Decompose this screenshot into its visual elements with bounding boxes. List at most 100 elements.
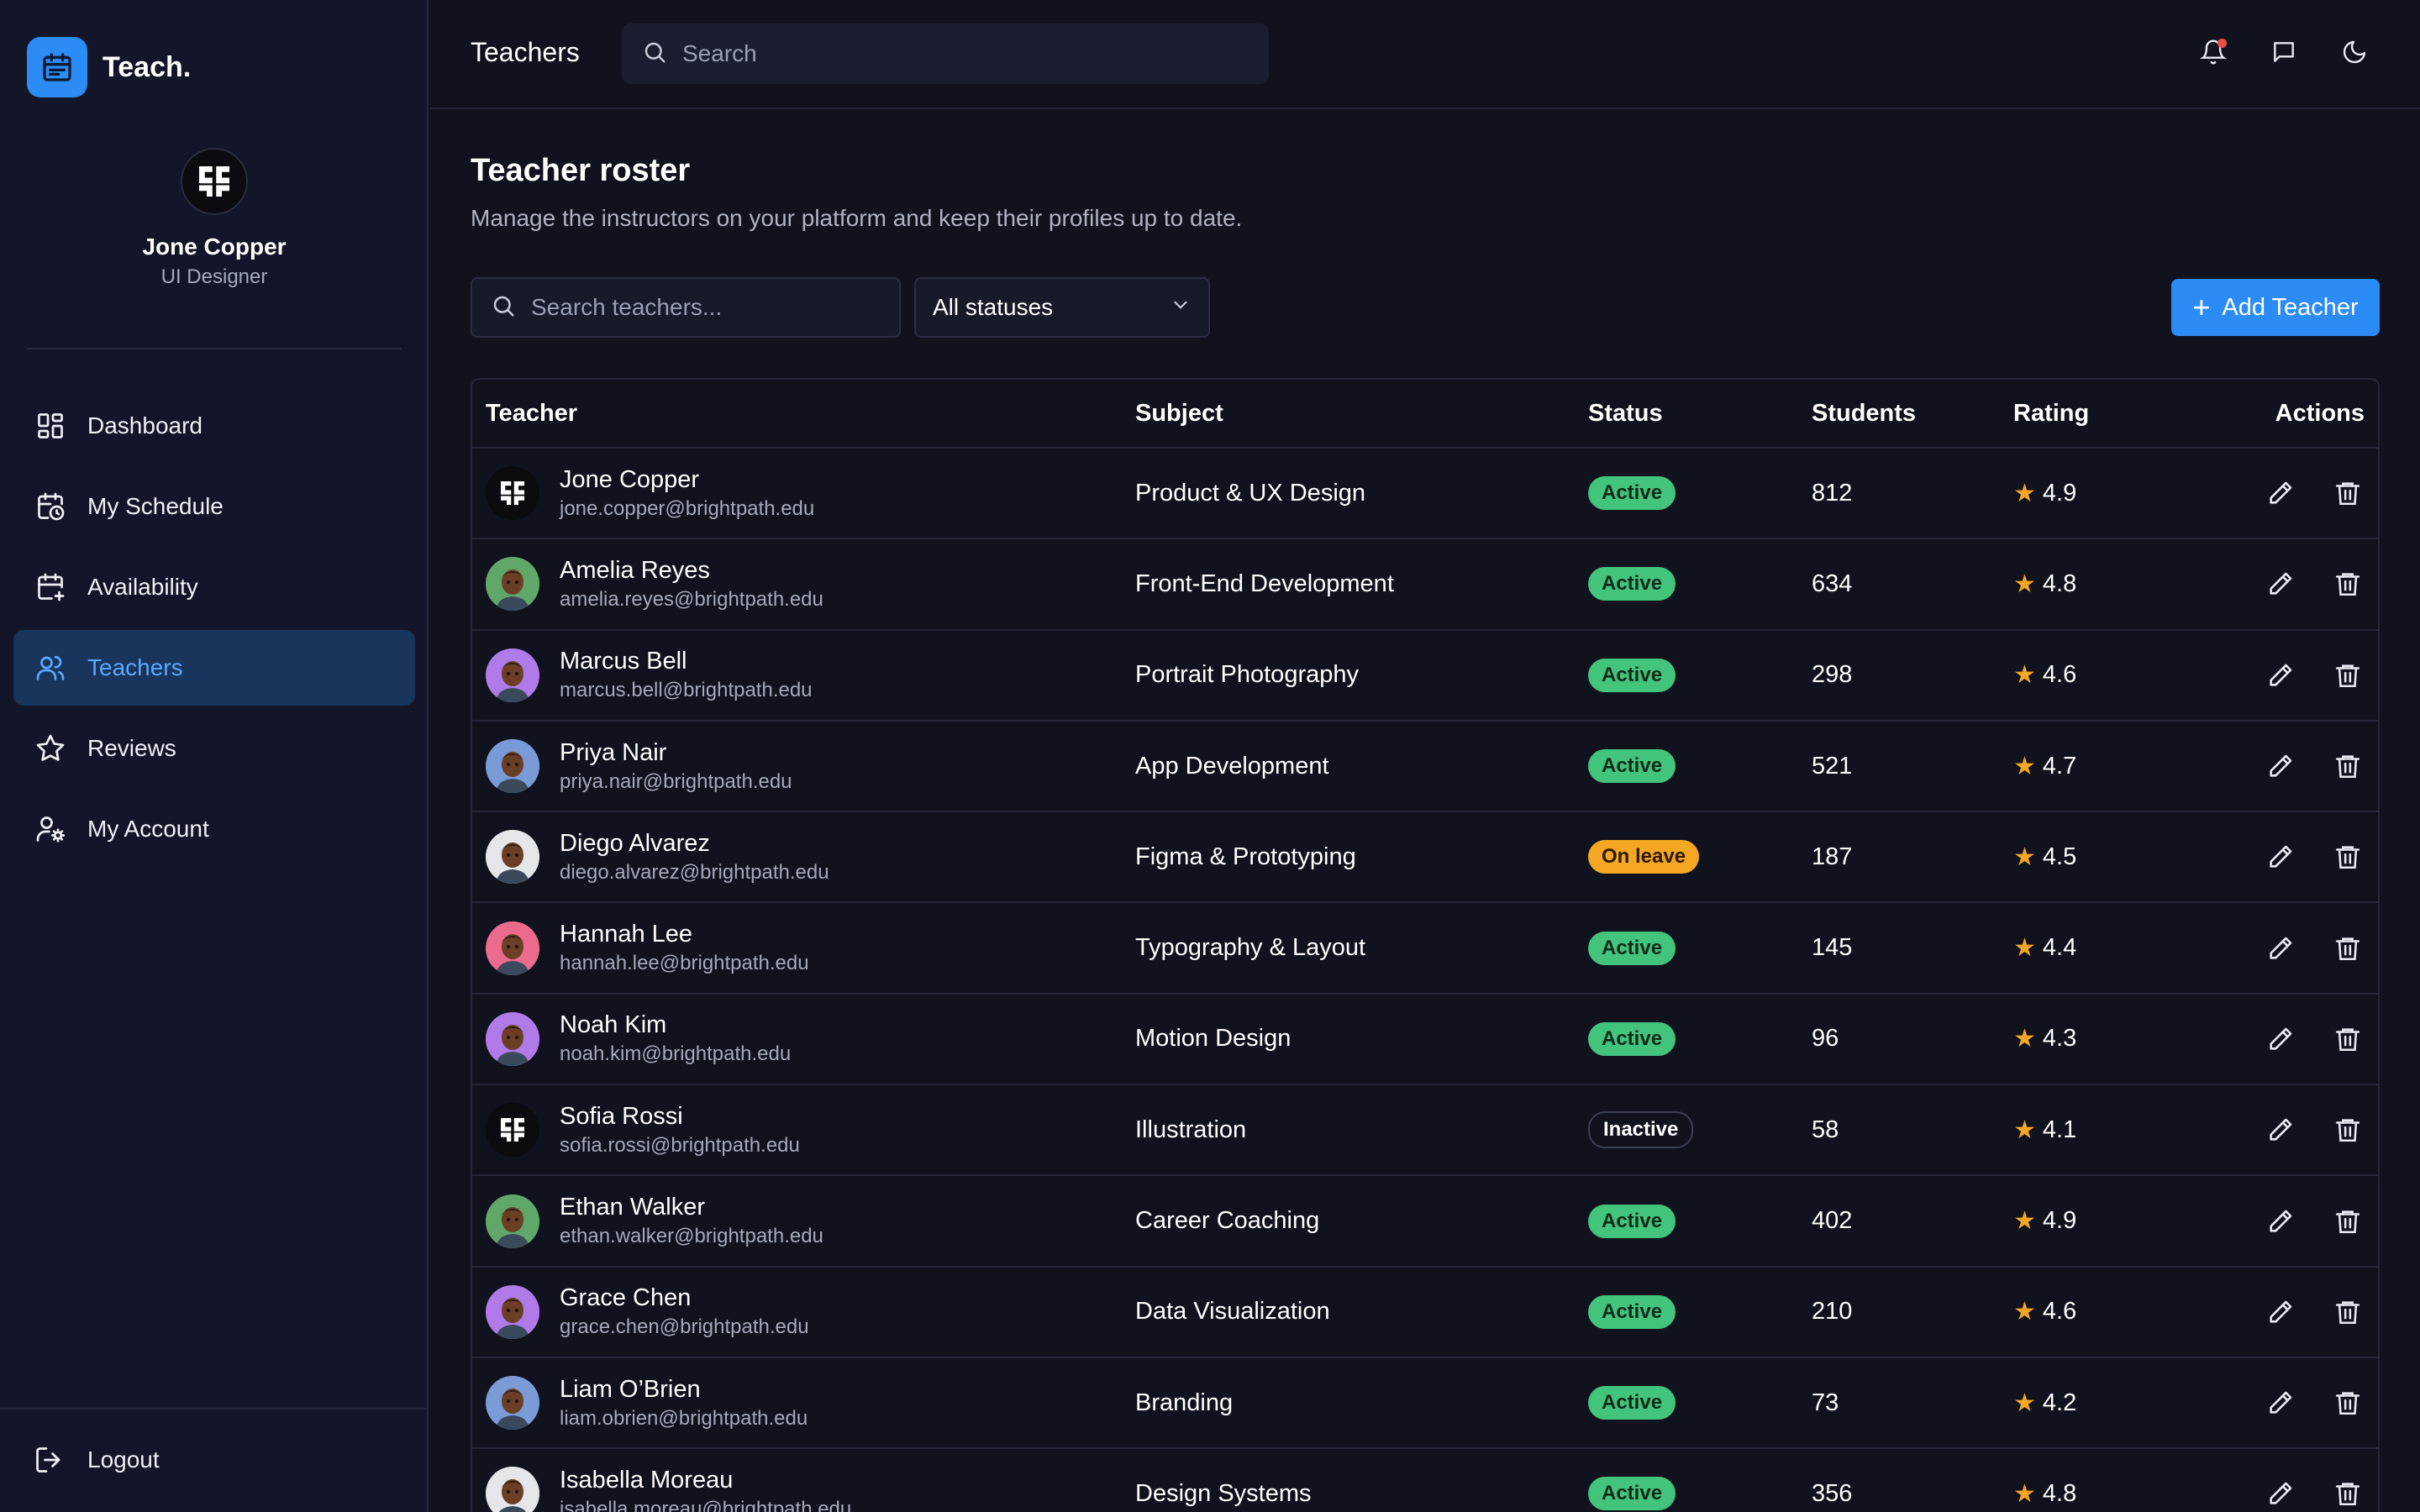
avatar[interactable] (486, 648, 539, 702)
students-count: 96 (1812, 1025, 1839, 1053)
edit-icon[interactable] (2264, 932, 2297, 965)
subject-text: Data Visualization (1135, 1298, 1330, 1326)
edit-icon[interactable] (2264, 476, 2297, 510)
column-header-subject[interactable]: Subject (1135, 400, 1223, 428)
actions-cell (2264, 903, 2365, 992)
trash-icon[interactable] (2331, 476, 2365, 510)
trash-icon[interactable] (2331, 1295, 2365, 1329)
avatar[interactable] (486, 466, 539, 521)
search-input[interactable] (682, 40, 1184, 67)
edit-icon[interactable] (2264, 1022, 2297, 1056)
section-title: Teacher roster (471, 153, 691, 188)
avatar[interactable] (181, 148, 248, 215)
column-header-teacher[interactable]: Teacher (486, 400, 577, 428)
teacher-name[interactable]: Jone Copper (560, 466, 814, 494)
sidebar-item-my-account[interactable]: My Account (13, 791, 415, 867)
trash-icon[interactable] (2331, 567, 2365, 601)
sidebar-item-teachers[interactable]: Teachers (13, 630, 415, 706)
teacher-name[interactable]: Liam O’Brien (560, 1376, 808, 1404)
edit-icon[interactable] (2264, 840, 2297, 874)
logout-button[interactable]: Logout (34, 1443, 160, 1477)
divider (27, 348, 402, 349)
status-badge: Inactive (1588, 1111, 1694, 1149)
teacher-name[interactable]: Noah Kim (560, 1011, 791, 1039)
section-subtitle: Manage the instructors on your platform … (471, 205, 1243, 231)
trash-icon[interactable] (2331, 932, 2365, 965)
teacher-email: priya.nair@brightpath.edu (560, 769, 792, 793)
teacher-name[interactable]: Priya Nair (560, 739, 792, 767)
avatar[interactable] (486, 557, 539, 612)
actions-cell (2264, 449, 2365, 538)
column-header-rating[interactable]: Rating (2013, 400, 2089, 428)
subject-cell: Product & UX Design (1135, 449, 1365, 538)
column-header-status[interactable]: Status (1588, 400, 1663, 428)
trash-icon[interactable] (2331, 1477, 2365, 1510)
table-row: Isabella Moreau isabella.moreau@brightpat… (472, 1449, 2378, 1512)
notifications-button[interactable] (2195, 35, 2232, 72)
edit-icon[interactable] (2264, 1386, 2297, 1420)
trash-icon[interactable] (2331, 1205, 2365, 1238)
avatar[interactable] (486, 1467, 539, 1512)
status-badge: Active (1588, 1477, 1676, 1511)
avatar[interactable] (486, 1194, 539, 1248)
edit-icon[interactable] (2264, 659, 2297, 692)
brand[interactable]: Teach. (27, 37, 191, 97)
edit-icon[interactable] (2264, 749, 2297, 783)
teacher-email: grace.chen@brightpath.edu (560, 1315, 809, 1339)
teacher-name[interactable]: Ethan Walker (560, 1194, 823, 1221)
sidebar-item-label: Reviews (87, 735, 176, 761)
global-search[interactable] (622, 24, 1269, 84)
status-filter-select[interactable]: All statuses (914, 277, 1210, 338)
teacher-name[interactable]: Amelia Reyes (560, 557, 823, 585)
sidebar-item-dashboard[interactable]: Dashboard (13, 388, 415, 464)
trash-icon[interactable] (2331, 659, 2365, 692)
table-header: Teacher Subject Status Students Rating A… (472, 380, 2378, 449)
profile-card: Jone Copper UI Designer (0, 148, 429, 289)
students-cell: 96 (1812, 995, 1839, 1084)
teacher-name[interactable]: Grace Chen (560, 1284, 809, 1312)
teacher-search[interactable] (471, 277, 901, 338)
subject-text: App Development (1135, 752, 1329, 780)
avatar[interactable] (486, 1376, 539, 1431)
theme-toggle-button[interactable] (2336, 35, 2373, 72)
avatar[interactable] (486, 1103, 539, 1158)
students-count: 521 (1812, 752, 1853, 780)
messages-button[interactable] (2265, 35, 2302, 72)
teacher-name[interactable]: Hannah Lee (560, 921, 809, 948)
teacher-name[interactable]: Sofia Rossi (560, 1103, 800, 1131)
status-badge: Active (1588, 658, 1676, 692)
column-header-students[interactable]: Students (1812, 400, 1916, 428)
teacher-name[interactable]: Marcus Bell (560, 648, 813, 675)
edit-icon[interactable] (2264, 1295, 2297, 1329)
sidebar-item-reviews[interactable]: Reviews (13, 711, 415, 786)
sidebar-item-availability[interactable]: Availability (13, 549, 415, 625)
avatar[interactable] (486, 1011, 539, 1066)
subject-cell: Figma & Prototyping (1135, 812, 1356, 901)
teacher-name[interactable]: Isabella Moreau (560, 1467, 851, 1494)
teacher-name[interactable]: Diego Alvarez (560, 830, 829, 858)
trash-icon[interactable] (2331, 840, 2365, 874)
subject-cell: Typography & Layout (1135, 903, 1365, 992)
search-icon (491, 293, 516, 323)
subject-cell: Front-End Development (1135, 539, 1394, 628)
rating-cell: ★ 4.1 (2013, 1085, 2076, 1174)
avatar[interactable] (486, 1284, 539, 1339)
sidebar-item-my-schedule[interactable]: My Schedule (13, 469, 415, 544)
edit-icon[interactable] (2264, 1113, 2297, 1147)
edit-icon[interactable] (2264, 1205, 2297, 1238)
edit-icon[interactable] (2264, 1477, 2297, 1510)
trash-icon[interactable] (2331, 1113, 2365, 1147)
table-row: Marcus Bell marcus.bell@brightpath.edu Por… (472, 631, 2378, 722)
rating-cell: ★ 4.4 (2013, 903, 2076, 992)
status-cell: Active (1588, 995, 1676, 1084)
trash-icon[interactable] (2331, 1022, 2365, 1056)
add-teacher-button[interactable]: + Add Teacher (2171, 279, 2380, 336)
edit-icon[interactable] (2264, 567, 2297, 601)
search-input[interactable] (531, 294, 858, 321)
avatar[interactable] (486, 739, 539, 794)
avatar[interactable] (486, 921, 539, 975)
trash-icon[interactable] (2331, 1386, 2365, 1420)
trash-icon[interactable] (2331, 749, 2365, 783)
teacher-cell: Priya Nair priya.nair@brightpath.edu (486, 722, 792, 811)
avatar[interactable] (486, 830, 539, 885)
